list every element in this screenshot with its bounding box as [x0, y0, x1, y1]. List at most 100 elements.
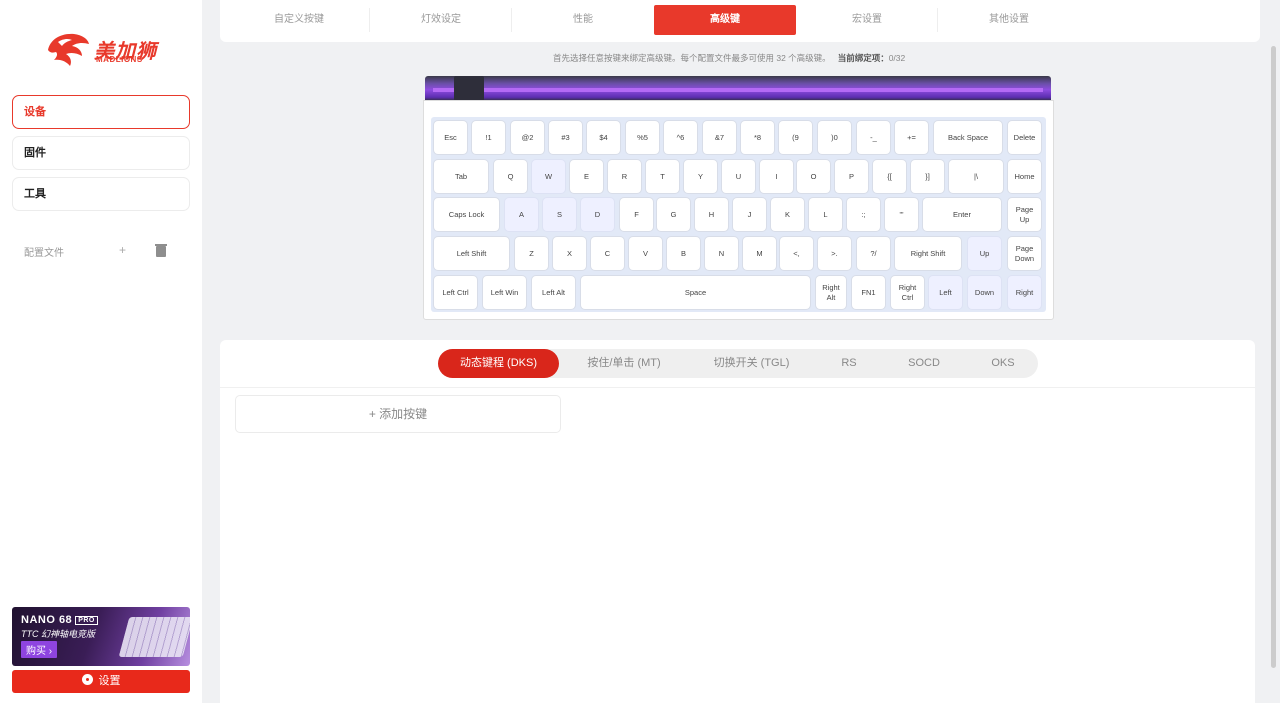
key-x124x92[interactable]: |\	[948, 159, 1004, 194]
key-a[interactable]: A	[504, 197, 539, 232]
key-x62x46[interactable]: >.	[817, 236, 852, 271]
key-x331[interactable]: !1	[471, 120, 506, 155]
lion-icon	[48, 33, 89, 66]
key-t[interactable]: T	[645, 159, 680, 194]
key-i[interactable]: I	[759, 159, 794, 194]
key-space[interactable]: Space	[580, 275, 811, 310]
key-v[interactable]: V	[628, 236, 663, 271]
key--x95[interactable]: -_	[856, 120, 891, 155]
key-x364[interactable]: $4	[586, 120, 621, 155]
key-right-ctrl[interactable]: Right Ctrl	[890, 275, 925, 310]
key-x123x91[interactable]: {[	[872, 159, 907, 194]
tab-macro[interactable]: 宏设置	[796, 5, 938, 35]
panel-divider	[220, 387, 1255, 388]
key-x409[interactable]: (9	[778, 120, 813, 155]
key-home[interactable]: Home	[1007, 159, 1042, 194]
gear-icon	[81, 674, 93, 685]
page-scrollbar[interactable]	[1271, 46, 1276, 668]
tab-other-settings[interactable]: 其他设置	[938, 5, 1080, 35]
key-p[interactable]: P	[834, 159, 869, 194]
sidebar-item-tools[interactable]: 工具	[12, 177, 190, 211]
keyboard-top-edge	[425, 76, 1051, 101]
key-x58x59[interactable]: :;	[846, 197, 881, 232]
key-k[interactable]: K	[770, 197, 805, 232]
tab-lighting[interactable]: 灯效设定	[370, 5, 512, 35]
key-s[interactable]: S	[542, 197, 577, 232]
key-h[interactable]: H	[694, 197, 729, 232]
key-right[interactable]: Right	[1007, 275, 1042, 310]
key-x946[interactable]: ^6	[663, 120, 698, 155]
key-x428[interactable]: *8	[740, 120, 775, 155]
tab-rs[interactable]: RS	[814, 349, 884, 378]
key-x642[interactable]: @2	[510, 120, 545, 155]
key-z[interactable]: Z	[514, 236, 549, 271]
tab-tgl[interactable]: 切换开关 (TGL)	[689, 349, 814, 378]
tab-performance[interactable]: 性能	[512, 5, 654, 35]
sidebar-item-firmware[interactable]: 固件	[12, 136, 190, 170]
key-x63x47[interactable]: ?/	[856, 236, 891, 271]
key-back-space[interactable]: Back Space	[933, 120, 1003, 155]
key-x375[interactable]: %5	[625, 120, 660, 155]
key-caps-lock[interactable]: Caps Lock	[433, 197, 500, 232]
key-left[interactable]: Left	[928, 275, 963, 310]
advanced-key-panel: 动态键程 (DKS) 按住/单击 (MT) 切换开关 (TGL) RS SOCD…	[220, 340, 1255, 703]
add-config-button[interactable]: +	[119, 243, 126, 257]
tab-oks[interactable]: OKS	[964, 349, 1042, 378]
key-tab[interactable]: Tab	[433, 159, 489, 194]
promo-banner[interactable]: NANO 68 PRO TTC 幻神轴电竞版 购买 ›	[12, 607, 190, 666]
key-j[interactable]: J	[732, 197, 767, 232]
key-o[interactable]: O	[796, 159, 831, 194]
tab-advanced-keys[interactable]: 高级键	[654, 5, 796, 35]
key-c[interactable]: C	[590, 236, 625, 271]
settings-label: 设置	[98, 675, 121, 687]
key-e[interactable]: E	[569, 159, 604, 194]
key-left-shift[interactable]: Left Shift	[433, 236, 510, 271]
key-x60x44[interactable]: <,	[779, 236, 814, 271]
tab-mt[interactable]: 按住/单击 (MT)	[559, 349, 689, 378]
key-left-ctrl[interactable]: Left Ctrl	[433, 275, 478, 310]
key-page-down[interactable]: Page Down	[1007, 236, 1042, 271]
key-x[interactable]: X	[552, 236, 587, 271]
keyboard-knob	[454, 76, 484, 101]
key-g[interactable]: G	[656, 197, 691, 232]
key-enter[interactable]: Enter	[922, 197, 1002, 232]
key-up[interactable]: Up	[967, 236, 1002, 271]
key-x43x61[interactable]: +=	[894, 120, 929, 155]
key-d[interactable]: D	[580, 197, 615, 232]
key-left-win[interactable]: Left Win	[482, 275, 527, 310]
bound-count-label: 当前绑定项：	[837, 53, 889, 63]
key-left-alt[interactable]: Left Alt	[531, 275, 576, 310]
key-page-up[interactable]: Page Up	[1007, 197, 1042, 232]
key-x353[interactable]: #3	[548, 120, 583, 155]
promo-badge: PRO	[75, 616, 98, 625]
key-l[interactable]: L	[808, 197, 843, 232]
add-key-button[interactable]: + 添加按键	[235, 395, 561, 433]
key-x410[interactable]: )0	[817, 120, 852, 155]
key-y[interactable]: Y	[683, 159, 718, 194]
key-m[interactable]: M	[742, 236, 777, 271]
tab-dks[interactable]: 动态键程 (DKS)	[438, 349, 559, 378]
key-q[interactable]: Q	[493, 159, 528, 194]
tab-socd[interactable]: SOCD	[884, 349, 964, 378]
key-b[interactable]: B	[666, 236, 701, 271]
key-f[interactable]: F	[619, 197, 654, 232]
key-delete[interactable]: Delete	[1007, 120, 1042, 155]
key-down[interactable]: Down	[967, 275, 1002, 310]
settings-button[interactable]: 设置	[12, 670, 190, 693]
brand-name-en: MADLIONS	[96, 55, 143, 64]
key-fn1[interactable]: FN1	[851, 275, 886, 310]
key-w[interactable]: W	[531, 159, 566, 194]
trash-icon[interactable]	[155, 244, 167, 257]
key-right-shift[interactable]: Right Shift	[894, 236, 962, 271]
key-n[interactable]: N	[704, 236, 739, 271]
key-x34x39[interactable]: "'	[884, 197, 919, 232]
key-x125x93[interactable]: }]	[910, 159, 945, 194]
key-esc[interactable]: Esc	[433, 120, 468, 155]
key-r[interactable]: R	[607, 159, 642, 194]
key-x387[interactable]: &7	[702, 120, 737, 155]
promo-buy-button[interactable]: 购买 ›	[21, 641, 58, 658]
tab-custom-keys[interactable]: 自定义按键	[228, 5, 370, 35]
key-u[interactable]: U	[721, 159, 756, 194]
key-right-alt[interactable]: Right Alt	[815, 275, 847, 310]
sidebar-item-device[interactable]: 设备	[12, 95, 190, 129]
